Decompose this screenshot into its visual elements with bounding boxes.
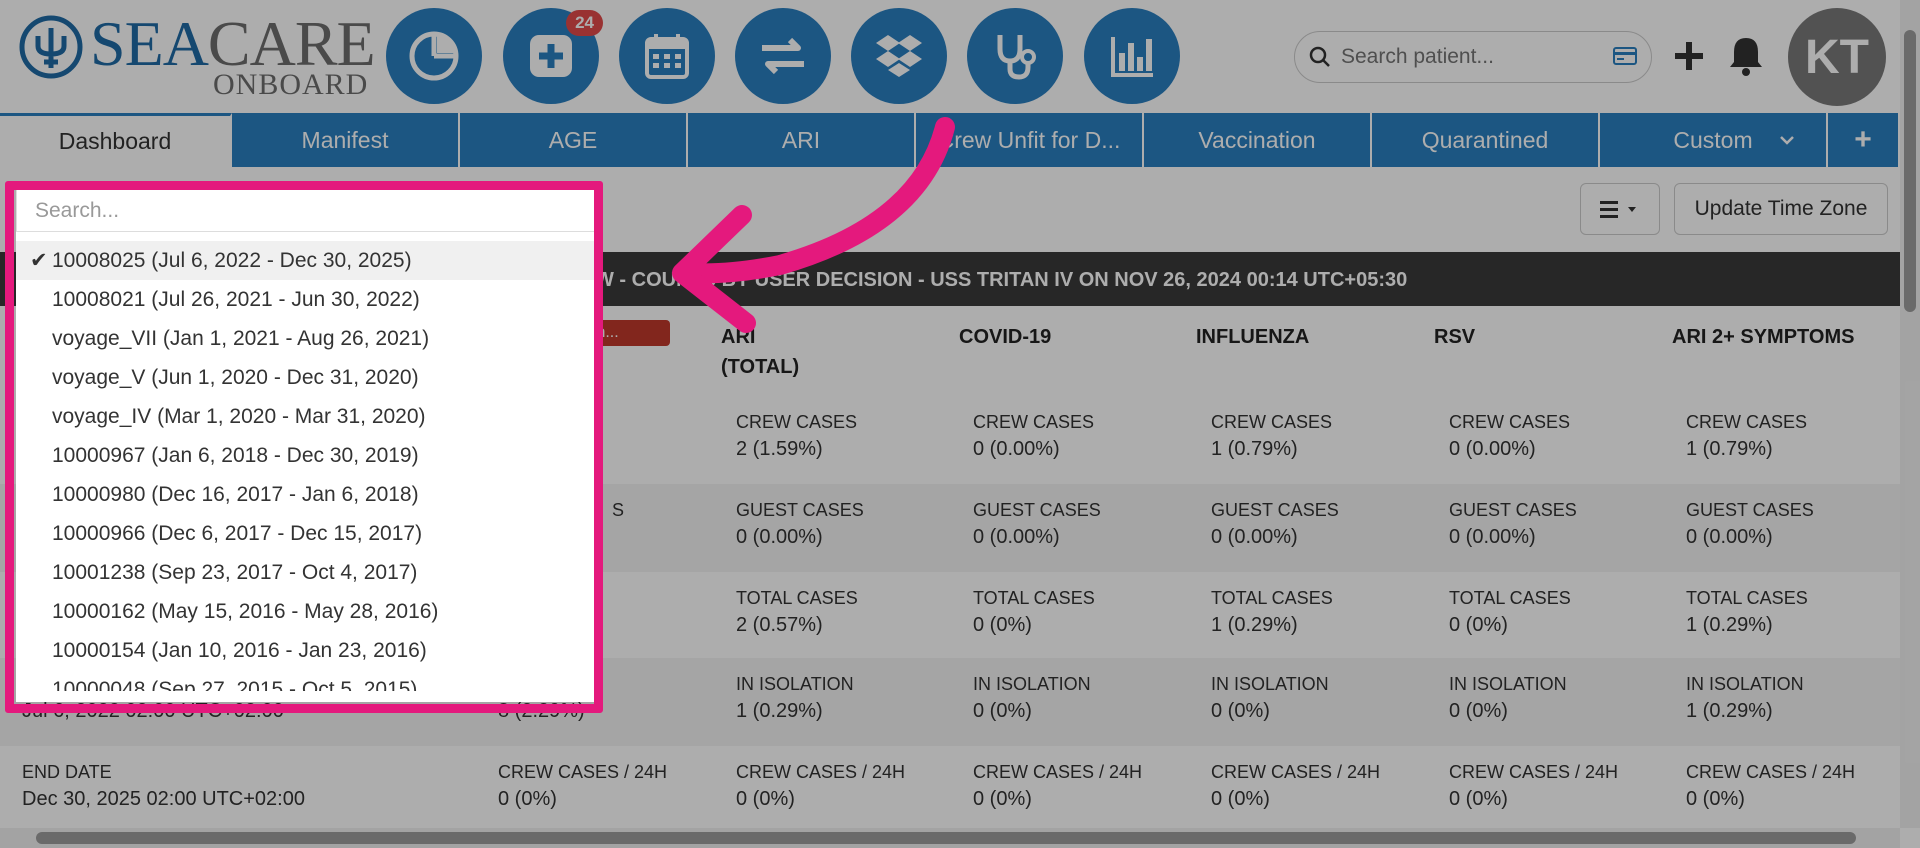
pointer-arrow-icon (672, 117, 955, 333)
highlight-frame (5, 181, 603, 713)
